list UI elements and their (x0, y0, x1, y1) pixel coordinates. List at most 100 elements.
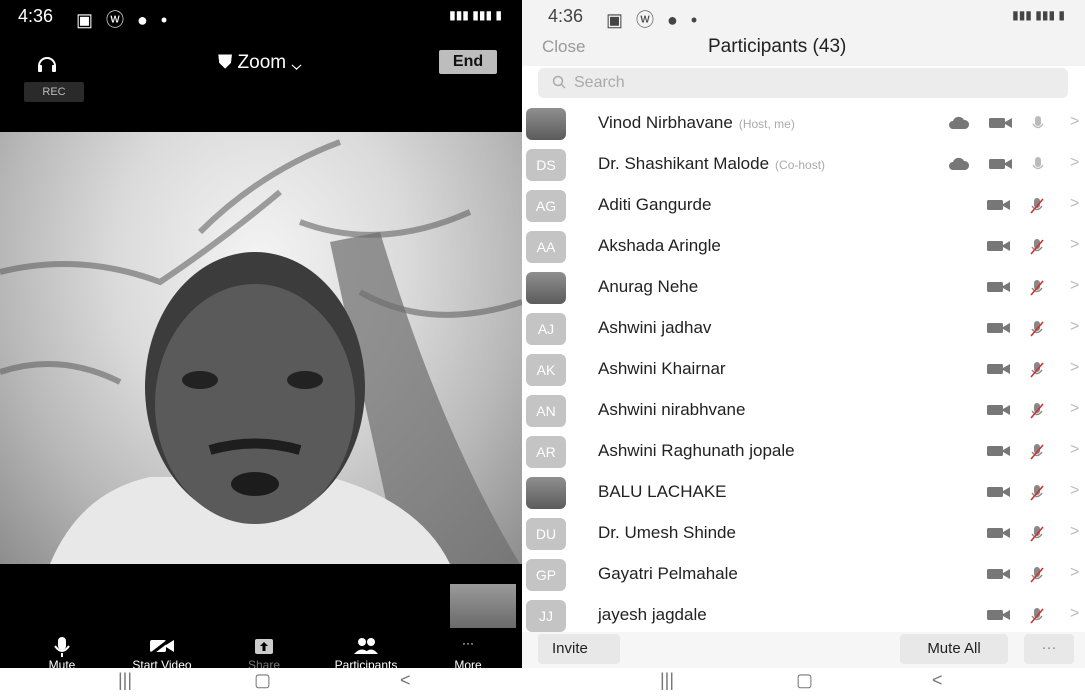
video-icon (988, 157, 1014, 176)
video-off-icon (112, 636, 212, 658)
chevron-right-icon: > (1070, 400, 1080, 417)
participant-row[interactable]: JJ jayesh jagdale > (522, 596, 1085, 636)
share-button[interactable]: Share (214, 636, 314, 672)
start-video-button[interactable]: Start Video (112, 636, 212, 672)
participant-row[interactable]: AJ Ashwini jadhav > (522, 309, 1085, 349)
end-button[interactable]: End (439, 50, 497, 74)
participant-name: BALU LACHAKE (598, 482, 727, 501)
meeting-toolbar: Mute Start Video Share Participants ··· … (0, 564, 522, 672)
back-button[interactable]: < (932, 670, 943, 691)
chevron-down-icon: ⌄ (291, 52, 302, 73)
participant-row[interactable]: AG Aditi Gangurde > (522, 186, 1085, 226)
search-input[interactable]: Search (538, 68, 1068, 98)
status-time: 4:36 (548, 6, 584, 26)
status-icons: ▣ ⓦ ● • (76, 10, 172, 30)
meeting-title-button[interactable]: ⛊ Zoom ⌄ (218, 52, 302, 74)
participant-name-line: Vinod Nirbhavane (Host, me) (598, 113, 795, 133)
participant-name-line: Dr. Umesh Shinde (598, 523, 736, 543)
mic-icon (12, 636, 112, 658)
signal-icon: ▮▮▮ ▮▮▮ ▮ (1012, 8, 1065, 22)
avatar: AG (526, 190, 566, 222)
participant-name: Aditi Gangurde (598, 195, 712, 214)
chevron-right-icon: > (1070, 441, 1080, 458)
android-navbar: ||| ▢ < (0, 668, 522, 696)
chevron-right-icon: > (1070, 113, 1080, 130)
chevron-right-icon: > (1070, 154, 1080, 171)
participant-name: Akshada Aringle (598, 236, 721, 255)
participant-name-line: Aditi Gangurde (598, 195, 711, 215)
participant-name-line: Ashwini Raghunath jopale (598, 441, 795, 461)
participant-name-line: Akshada Aringle (598, 236, 721, 256)
chevron-right-icon: > (1070, 195, 1080, 212)
self-view-thumbnail[interactable] (450, 584, 516, 628)
mic-icon (1032, 157, 1044, 178)
video-icon (986, 567, 1012, 586)
share-icon (214, 636, 314, 658)
participant-row[interactable]: DS Dr. Shashikant Malode (Co-host) > (522, 145, 1085, 185)
avatar: JJ (526, 600, 566, 632)
participants-button[interactable]: Participants (316, 636, 416, 672)
participant-row[interactable]: Anurag Nehe > (522, 268, 1085, 308)
participant-row[interactable]: AA Akshada Aringle > (522, 227, 1085, 267)
participant-row[interactable]: BALU LACHAKE > (522, 473, 1085, 513)
avatar (526, 272, 566, 304)
participant-row[interactable]: GP Gayatri Pelmahale > (522, 555, 1085, 595)
mic-muted-icon (1030, 608, 1044, 629)
avatar (526, 477, 566, 509)
video-icon (986, 362, 1012, 381)
mute-button[interactable]: Mute (12, 636, 112, 672)
mic-icon (1032, 116, 1044, 137)
participant-name-line: Dr. Shashikant Malode (Co-host) (598, 154, 825, 174)
participant-row[interactable]: AN Ashwini nirabhvane > (522, 391, 1085, 431)
recent-apps-button[interactable]: ||| (118, 670, 132, 691)
avatar: GP (526, 559, 566, 591)
mute-all-button[interactable]: Mute All (900, 634, 1008, 664)
participant-name-line: Anurag Nehe (598, 277, 698, 297)
video-icon (986, 239, 1012, 258)
home-button[interactable]: ▢ (254, 670, 271, 691)
chevron-right-icon: > (1070, 277, 1080, 294)
mic-muted-icon (1030, 239, 1044, 260)
meeting-screen: 4:36 ▣ ⓦ ● • ▮▮▮ ▮▮▮ ▮ ⛊ Zoom ⌄ End REC (0, 0, 522, 696)
people-icon (316, 636, 416, 658)
mic-muted-icon (1030, 403, 1044, 424)
invite-button[interactable]: Invite (538, 634, 620, 664)
status-bar: 4:36 ▣ ⓦ ● • ▮▮▮ ▮▮▮ ▮ (522, 0, 1085, 30)
cloud-icon (948, 157, 970, 176)
video-icon (986, 608, 1012, 627)
shield-icon: ⛊ (218, 52, 233, 73)
participant-row[interactable]: AR Ashwini Raghunath jopale > (522, 432, 1085, 472)
participant-row[interactable]: AK Ashwini Khairnar > (522, 350, 1085, 390)
avatar: AN (526, 395, 566, 427)
participant-row[interactable]: DU Dr. Umesh Shinde > (522, 514, 1085, 554)
mic-muted-icon (1030, 362, 1044, 383)
recent-apps-button[interactable]: ||| (660, 670, 674, 691)
more-options-button[interactable]: ··· (1024, 634, 1074, 664)
back-button[interactable]: < (400, 670, 411, 691)
close-button[interactable]: Close (542, 37, 585, 57)
chevron-right-icon: > (1070, 605, 1080, 622)
participant-name: Anurag Nehe (598, 277, 699, 296)
meeting-header: ⛊ Zoom ⌄ End REC (0, 30, 522, 132)
participant-name-line: Gayatri Pelmahale (598, 564, 738, 584)
participant-role: (Co-host) (775, 158, 826, 172)
mic-muted-icon (1030, 526, 1044, 547)
participant-name-line: Ashwini Khairnar (598, 359, 726, 379)
participant-row[interactable]: Vinod Nirbhavane (Host, me) > (522, 104, 1085, 144)
video-icon (988, 116, 1014, 135)
avatar: DS (526, 149, 566, 181)
home-button[interactable]: ▢ (796, 670, 813, 691)
mic-muted-icon (1030, 444, 1044, 465)
headphones-icon[interactable] (36, 54, 58, 79)
rec-badge: REC (24, 82, 84, 102)
chevron-right-icon: > (1070, 482, 1080, 499)
android-navbar: ||| ▢ < (522, 668, 1085, 696)
status-icons: ▣ ⓦ ● • (606, 10, 702, 30)
search-placeholder: Search (574, 74, 625, 91)
more-button[interactable]: ··· More (418, 636, 518, 672)
participant-name: Ashwini Khairnar (598, 359, 726, 378)
participant-name: jayesh jagdale (598, 605, 707, 624)
participant-name: Dr. Umesh Shinde (598, 523, 736, 542)
avatar: DU (526, 518, 566, 550)
mic-muted-icon (1030, 567, 1044, 588)
